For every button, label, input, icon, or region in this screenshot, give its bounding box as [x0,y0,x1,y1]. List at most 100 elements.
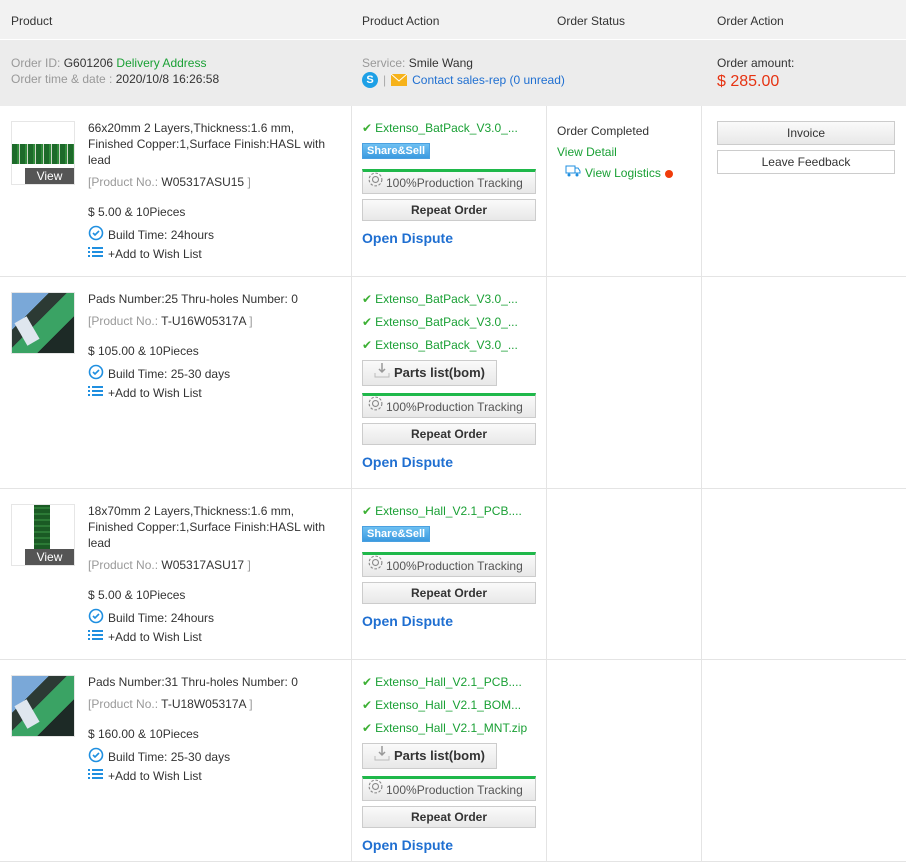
clock-refresh-icon [88,225,104,244]
product-description: Pads Number:25 Thru-holes Number: 0 [88,292,298,306]
bracket: ] [247,175,251,189]
add-to-wish-list[interactable]: +Add to Wish List [88,246,202,261]
delivery-address-link[interactable]: Delivery Address [116,56,206,70]
file-link[interactable]: ✔ Extenso_BatPack_V3.0_... [362,120,536,143]
list-icon [88,629,104,644]
build-time: Build Time: 25-30 days [88,364,230,383]
view-logistics[interactable]: View Logistics [557,163,673,184]
file-name[interactable]: Extenso_Hall_V2.1_PCB.... [375,504,522,518]
production-tracking-button[interactable]: 100%Production Tracking [362,552,536,577]
repeat-order-button[interactable]: Repeat Order [362,806,536,828]
product-actions: ✔ Extenso_Hall_V2.1_PCB.... ✔ Extenso_Hall_… [362,674,536,853]
open-dispute-link[interactable]: Open Dispute [362,230,536,246]
product-thumbnail[interactable] [11,292,75,354]
wish-list-link[interactable]: +Add to Wish List [108,769,202,783]
production-tracking-button[interactable]: 100%Production Tracking [362,169,536,194]
header-order-action: Order Action [717,14,784,28]
wish-list-link[interactable]: +Add to Wish List [108,630,202,644]
build-time-text: Build Time: 25-30 days [108,749,231,764]
file-link[interactable]: ✔ Extenso_Hall_V2.1_MNT.zip [362,720,536,743]
check-icon: ✔ [362,121,373,135]
share-sell-button[interactable]: Share&Sell [362,143,431,159]
file-link[interactable]: ✔ Extenso_BatPack_V3.0_... [362,337,536,360]
file-link[interactable]: ✔ Extenso_Hall_V2.1_BOM... [362,697,536,720]
product-no-value: T-U16W05317A [161,314,246,328]
open-dispute-link[interactable]: Open Dispute [362,454,536,470]
production-tracking-button[interactable]: 100%Production Tracking [362,776,536,801]
download-icon [374,362,390,384]
repeat-order-button[interactable]: Repeat Order [362,423,536,445]
parts-list-button[interactable]: Parts list(bom) [362,360,497,386]
view-button[interactable]: View [25,549,74,565]
file-link[interactable]: ✔ Extenso_BatPack_V3.0_... [362,314,536,337]
file-name[interactable]: Extenso_Hall_V2.1_BOM... [375,698,521,712]
table-row: Pads Number:31 Thru-holes Number: 0 [Prod… [0,660,906,862]
leave-feedback-button[interactable]: Leave Feedback [717,150,895,174]
bracket: ] [247,558,251,572]
invoice-button[interactable]: Invoice [717,121,895,145]
header-order-status: Order Status [557,14,626,28]
product-actions: ✔ Extenso_Hall_V2.1_PCB.... Share&Sell 100%… [362,503,536,629]
open-dispute-link[interactable]: Open Dispute [362,613,536,629]
product-rows: Order Completed View Detail View Logisti… [0,106,906,862]
file-name[interactable]: Extenso_BatPack_V3.0_... [375,315,518,329]
wish-list-link[interactable]: +Add to Wish List [108,247,202,261]
file-name[interactable]: Extenso_BatPack_V3.0_... [375,292,518,306]
clock-refresh-icon [88,364,104,383]
product-no-label: [Product No.: [88,175,159,189]
parts-list-label: Parts list(bom) [393,365,485,380]
clock-refresh-icon [88,747,104,766]
service-name: Smile Wang [408,56,473,70]
file-link[interactable]: ✔ Extenso_Hall_V2.1_PCB.... [362,674,536,697]
clock-refresh-icon [88,608,104,627]
file-name[interactable]: Extenso_Hall_V2.1_MNT.zip [375,721,527,735]
skype-icon[interactable]: S [362,72,378,88]
file-link[interactable]: ✔ Extenso_BatPack_V3.0_... [362,291,536,314]
product-price: $ 160.00 & 10Pieces [88,727,199,741]
gear-icon [367,171,384,194]
product-no-label: [Product No.: [88,314,159,328]
file-name[interactable]: Extenso_BatPack_V3.0_... [375,338,518,352]
header-product: Product [11,14,53,28]
add-to-wish-list[interactable]: +Add to Wish List [88,768,202,783]
parts-list-button[interactable]: Parts list(bom) [362,743,497,769]
download-icon [374,745,390,767]
check-icon: ✔ [362,675,373,689]
bracket: ] [249,697,253,711]
repeat-order-button[interactable]: Repeat Order [362,199,536,221]
tracking-label: 100%Production Tracking [386,175,523,190]
product-thumbnail[interactable] [11,675,75,737]
product-thumbnail[interactable]: View [11,121,75,185]
file-name[interactable]: Extenso_BatPack_V3.0_... [375,121,518,135]
view-detail-link[interactable]: View Detail [557,142,673,163]
build-time-text: Build Time: 24hours [108,227,215,242]
view-logistics-link[interactable]: View Logistics [585,163,661,184]
build-time-text: Build Time: 24hours [108,610,215,625]
repeat-order-button[interactable]: Repeat Order [362,582,536,604]
product-number: [Product No.: T-U18W05317A ] [88,696,328,712]
bracket: ] [249,314,253,328]
order-actions: Invoice Leave Feedback [717,121,895,179]
add-to-wish-list[interactable]: +Add to Wish List [88,629,202,644]
order-time-label: Order time & date : [11,72,113,86]
list-icon [88,246,104,261]
tracking-label: 100%Production Tracking [386,399,523,414]
production-tracking-button[interactable]: 100%Production Tracking [362,393,536,418]
product-thumbnail[interactable]: View [11,504,75,566]
file-link[interactable]: ✔ Extenso_Hall_V2.1_PCB.... [362,503,536,526]
wish-list-link[interactable]: +Add to Wish List [108,386,202,400]
check-icon: ✔ [362,698,373,712]
service-label: Service: [362,56,406,70]
open-dispute-link[interactable]: Open Dispute [362,837,536,853]
add-to-wish-list[interactable]: +Add to Wish List [88,385,202,400]
view-button[interactable]: View [25,168,74,184]
file-name[interactable]: Extenso_Hall_V2.1_PCB.... [375,675,522,689]
product-description: 18x70mm 2 Layers,Thickness:1.6 mm, Finis… [88,504,325,550]
order-id-label: Order ID: [11,56,61,70]
product-actions: ✔ Extenso_BatPack_V3.0_... Share&Sell 100%P… [362,120,536,246]
tracking-label: 100%Production Tracking [386,558,523,573]
product-no-value: T-U18W05317A [161,697,246,711]
share-sell-button[interactable]: Share&Sell [362,526,431,542]
gear-icon [367,778,384,801]
contact-sales-rep-link[interactable]: Contact sales-rep (0 unread) [412,73,565,87]
